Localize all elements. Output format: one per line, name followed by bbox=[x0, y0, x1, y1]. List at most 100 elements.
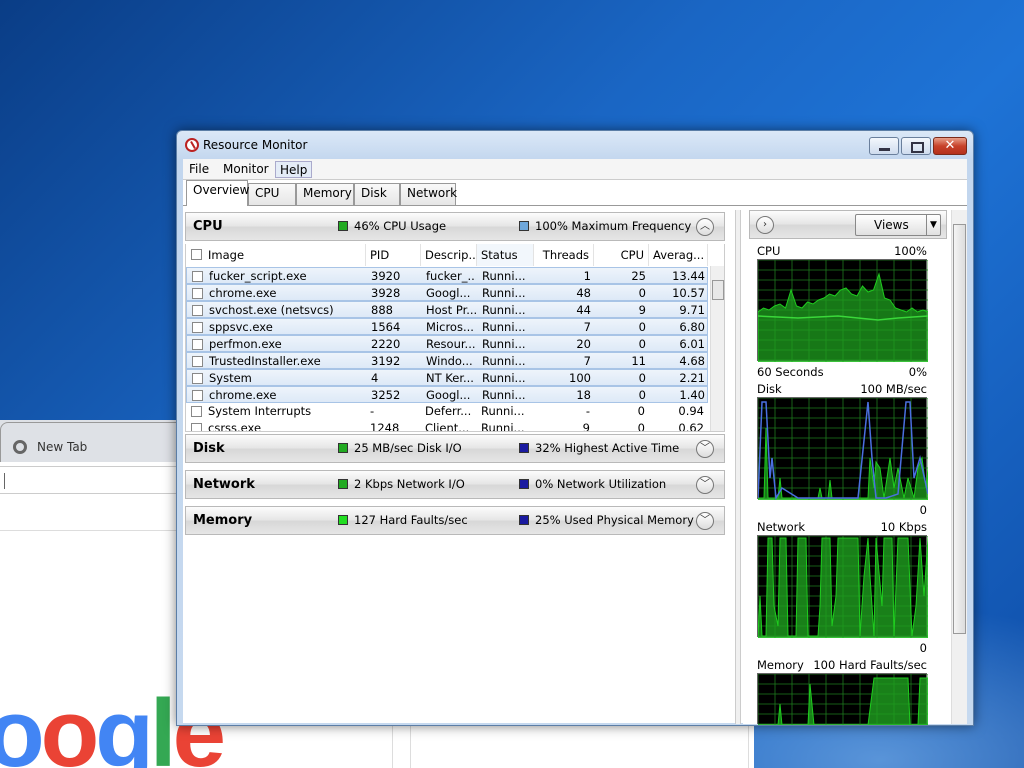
row-checkbox[interactable] bbox=[192, 373, 203, 384]
tab-memory[interactable]: Memory bbox=[296, 183, 354, 205]
row-checkbox[interactable] bbox=[192, 288, 203, 299]
table-row[interactable]: perfmon.exe 2220 Resour... Runni... 20 0 6.01 bbox=[186, 335, 708, 352]
cell-cpu: 25 bbox=[631, 269, 646, 283]
select-all-checkbox[interactable] bbox=[191, 249, 202, 260]
network-graph-max: 10 Kbps bbox=[880, 520, 927, 534]
indicator-text: 25% Used Physical Memory bbox=[535, 513, 694, 527]
cell-pid: 888 bbox=[371, 303, 393, 317]
disk-graph-max: 100 MB/sec bbox=[860, 382, 927, 396]
maximize-button[interactable] bbox=[901, 137, 931, 155]
indicator-text: 46% CPU Usage bbox=[354, 219, 447, 233]
tab-overview[interactable]: Overview bbox=[186, 180, 250, 206]
table-row[interactable]: System 4 NT Ker... Runni... 100 0 2.21 bbox=[186, 369, 708, 386]
physical-memory-indicator: 25% Used Physical Memory bbox=[519, 513, 694, 527]
table-row[interactable]: sppsvc.exe 1564 Micros... Runni... 7 0 6.80 bbox=[186, 318, 708, 335]
memory-graph bbox=[757, 673, 928, 725]
legend-swatch bbox=[338, 515, 348, 525]
expand-chevron-icon[interactable]: ﹀ bbox=[696, 476, 714, 494]
tab-cpu[interactable]: CPU bbox=[248, 183, 296, 205]
memory-section-header[interactable]: Memory 127 Hard Faults/sec 25% Used Phys… bbox=[185, 506, 725, 535]
network-section-header[interactable]: Network 2 Kbps Network I/O 0% Network Ut… bbox=[185, 470, 725, 499]
expand-chevron-icon[interactable]: ﹀ bbox=[696, 440, 714, 458]
row-checkbox[interactable] bbox=[192, 322, 203, 333]
scrollbar-thumb[interactable] bbox=[953, 224, 966, 634]
cell-desc: Googl... bbox=[426, 286, 471, 300]
cell-threads: 9 bbox=[582, 421, 590, 432]
legend-swatch bbox=[519, 443, 529, 453]
disk-graph-plot bbox=[758, 398, 928, 500]
cell-cpu: 0 bbox=[638, 286, 646, 300]
scrollbar-thumb[interactable] bbox=[712, 280, 724, 300]
cpu-graph-min: 0% bbox=[908, 365, 927, 379]
menu-file[interactable]: File bbox=[185, 161, 213, 178]
menu-monitor[interactable]: Monitor bbox=[219, 161, 273, 178]
row-checkbox[interactable] bbox=[192, 271, 203, 282]
cell-cpu: 0 bbox=[638, 337, 646, 351]
resource-monitor-window: Resource Monitor ✕ File Monitor Help Ove… bbox=[176, 130, 974, 726]
cell-desc: Windo... bbox=[426, 354, 473, 368]
close-button[interactable]: ✕ bbox=[933, 137, 967, 155]
table-row[interactable]: TrustedInstaller.exe 3192 Windo... Runni...… bbox=[186, 352, 708, 369]
column-header-cpu[interactable]: CPU bbox=[594, 244, 649, 266]
cell-status: Runni... bbox=[482, 303, 526, 317]
column-header-threads[interactable]: Threads bbox=[534, 244, 594, 266]
cell-threads: 7 bbox=[583, 320, 591, 334]
browser-address-bar[interactable] bbox=[0, 466, 180, 494]
section-title: CPU bbox=[193, 219, 223, 234]
table-row[interactable]: svchost.exe (netsvcs) 888 Host Pr... Runni.… bbox=[186, 301, 708, 318]
column-header-image[interactable]: Image bbox=[186, 244, 366, 266]
legend-swatch bbox=[519, 221, 529, 231]
cell-threads: 48 bbox=[576, 286, 591, 300]
row-checkbox[interactable] bbox=[192, 305, 203, 316]
row-checkbox[interactable] bbox=[191, 423, 202, 431]
cell-desc: Resour... bbox=[426, 337, 476, 351]
views-dropdown[interactable]: Views ▼ bbox=[855, 214, 941, 236]
table-row[interactable]: System Interrupts - Deferr... Runni... - 0 0.9… bbox=[186, 403, 708, 420]
column-header-description[interactable]: Descrip... bbox=[421, 244, 479, 266]
table-row[interactable]: chrome.exe 3252 Googl... Runni... 18 0 1.40 bbox=[186, 386, 708, 403]
column-header-pid[interactable]: PID bbox=[366, 244, 421, 266]
divider bbox=[410, 726, 411, 768]
column-header-status[interactable]: Status bbox=[477, 244, 534, 266]
cpu-section-header[interactable]: CPU 46% CPU Usage 100% Maximum Frequency… bbox=[185, 212, 725, 241]
collapse-chevron-icon[interactable]: ︿ bbox=[696, 218, 714, 236]
expand-chevron-icon[interactable]: ﹀ bbox=[696, 512, 714, 530]
minimize-button[interactable] bbox=[869, 137, 899, 155]
network-graph bbox=[757, 535, 928, 638]
graphs-scrollbar[interactable] bbox=[951, 210, 967, 724]
menu-help[interactable]: Help bbox=[275, 161, 313, 178]
cell-cpu: 0 bbox=[637, 421, 645, 432]
row-checkbox[interactable] bbox=[191, 406, 202, 417]
network-io-trace bbox=[758, 537, 928, 638]
indicator-text: 127 Hard Faults/sec bbox=[354, 513, 468, 527]
cell-pid: 3920 bbox=[371, 269, 401, 283]
cell-threads: 100 bbox=[569, 371, 591, 385]
table-row[interactable]: chrome.exe 3928 Googl... Runni... 48 0 10.57 bbox=[186, 284, 708, 301]
legend-swatch bbox=[519, 515, 529, 525]
browser-tab[interactable]: New Tab bbox=[0, 422, 180, 462]
cpu-graph-timespan: 60 Seconds bbox=[757, 365, 824, 379]
tab-network[interactable]: Network bbox=[400, 183, 457, 205]
table-row[interactable]: fucker_script.exe 3920 fucker_... Runni... 1… bbox=[186, 267, 708, 284]
cell-avg: 4.68 bbox=[679, 354, 705, 368]
close-icon: ✕ bbox=[944, 138, 956, 153]
cell-image: svchost.exe (netsvcs) bbox=[209, 303, 334, 317]
network-io-indicator: 2 Kbps Network I/O bbox=[338, 477, 465, 491]
column-header-average[interactable]: Averag... bbox=[649, 244, 708, 266]
tab-disk[interactable]: Disk bbox=[354, 183, 400, 205]
cell-image: csrss.exe bbox=[208, 421, 262, 432]
pane-splitter[interactable] bbox=[735, 210, 741, 724]
collapse-graphs-chevron-icon[interactable]: › bbox=[756, 216, 774, 234]
table-scrollbar[interactable] bbox=[710, 266, 724, 431]
row-checkbox[interactable] bbox=[192, 356, 203, 367]
table-row[interactable]: csrss.exe 1248 Client... Runni... 9 0 0.62 bbox=[186, 420, 708, 432]
cell-pid: 1248 bbox=[370, 421, 400, 432]
cell-image: fucker_script.exe bbox=[209, 269, 307, 283]
cell-pid: 3252 bbox=[371, 388, 401, 402]
cell-status: Runni... bbox=[482, 337, 526, 351]
row-checkbox[interactable] bbox=[192, 390, 203, 401]
divider bbox=[0, 530, 180, 531]
cell-cpu: 0 bbox=[638, 320, 646, 334]
disk-section-header[interactable]: Disk 25 MB/sec Disk I/O 32% Highest Acti… bbox=[185, 434, 725, 463]
row-checkbox[interactable] bbox=[192, 339, 203, 350]
